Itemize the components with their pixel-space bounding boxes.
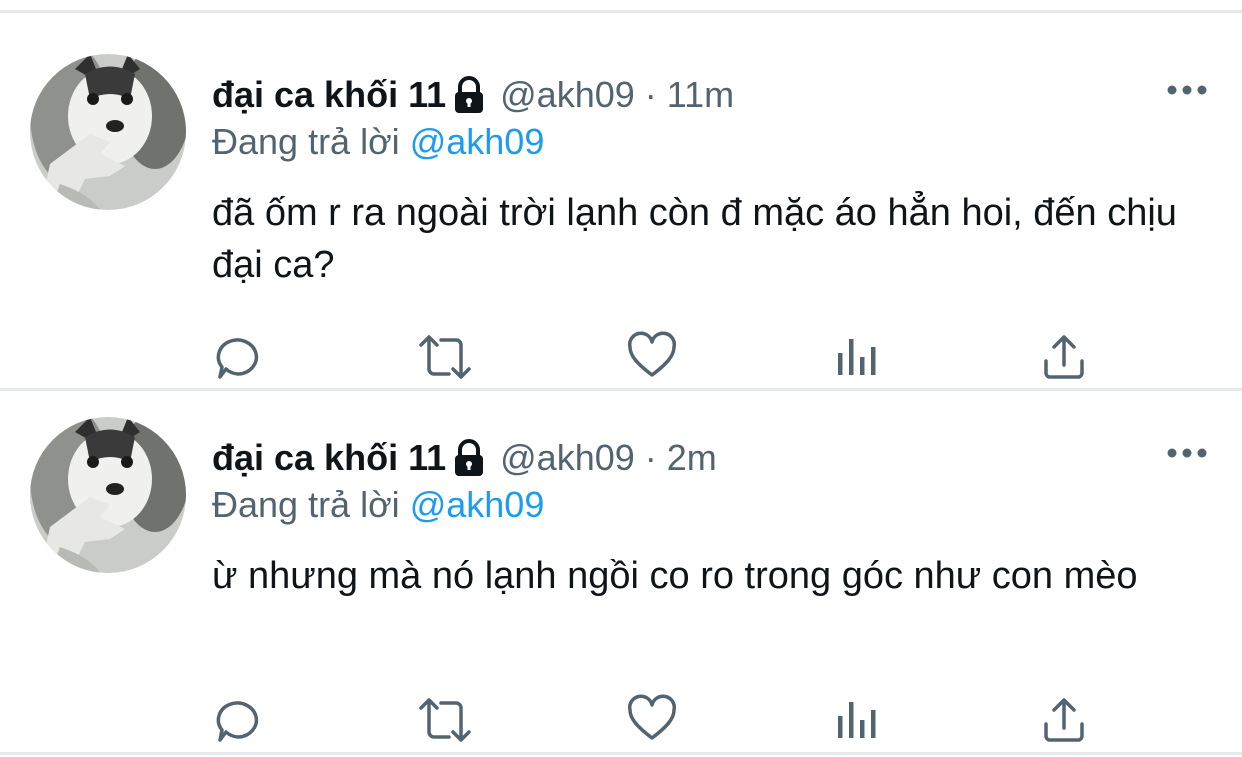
lock-icon [452,76,486,114]
tweet-text: đã ốm r ra ngoài trời lạnh còn đ mặc áo … [212,192,1177,286]
separator-dot: · [644,437,657,478]
tweet[interactable]: đại ca khối 11 @akh09 · 2m Đang trả lời … [0,376,1242,754]
tweet-actions [212,694,1092,746]
reply-context: Đang trả lời @akh09 [212,121,544,163]
tweet-text: ừ nhưng mà nó lạnh ngồi co ro trong góc … [212,555,1138,597]
timestamp[interactable]: 11m [667,74,734,116]
handle[interactable]: @akh09 [500,437,635,479]
more-horizontal-icon[interactable] [1166,446,1208,460]
display-name[interactable]: đại ca khối 11 [212,74,446,116]
reply-mention-link[interactable]: @akh09 [410,121,545,162]
display-name[interactable]: đại ca khối 11 [212,437,446,479]
reply-context: Đang trả lời @akh09 [212,484,544,526]
more-horizontal-icon[interactable] [1166,83,1208,97]
retweet-icon[interactable] [415,694,471,746]
reply-prefix: Đang trả lời [212,484,400,525]
reply-icon[interactable] [212,694,264,746]
avatar[interactable] [30,417,186,573]
tweet[interactable]: đại ca khối 11 @akh09 · 11m Đang trả lời… [0,13,1242,391]
share-icon[interactable] [1038,694,1090,746]
bottom-divider [0,752,1242,755]
heart-icon[interactable] [626,694,678,746]
avatar-image [30,417,186,573]
lock-icon [452,439,486,477]
avatar[interactable] [30,54,186,210]
tweet-header: đại ca khối 11 @akh09 · 11m [212,65,734,125]
reply-mention-link[interactable]: @akh09 [410,484,545,525]
analytics-icon[interactable] [832,694,884,746]
tweet-header: đại ca khối 11 @akh09 · 2m [212,428,717,488]
handle[interactable]: @akh09 [500,74,635,116]
reply-prefix: Đang trả lời [212,121,400,162]
timestamp[interactable]: 2m [667,437,717,479]
separator-dot: · [644,74,657,115]
avatar-image [30,54,186,210]
